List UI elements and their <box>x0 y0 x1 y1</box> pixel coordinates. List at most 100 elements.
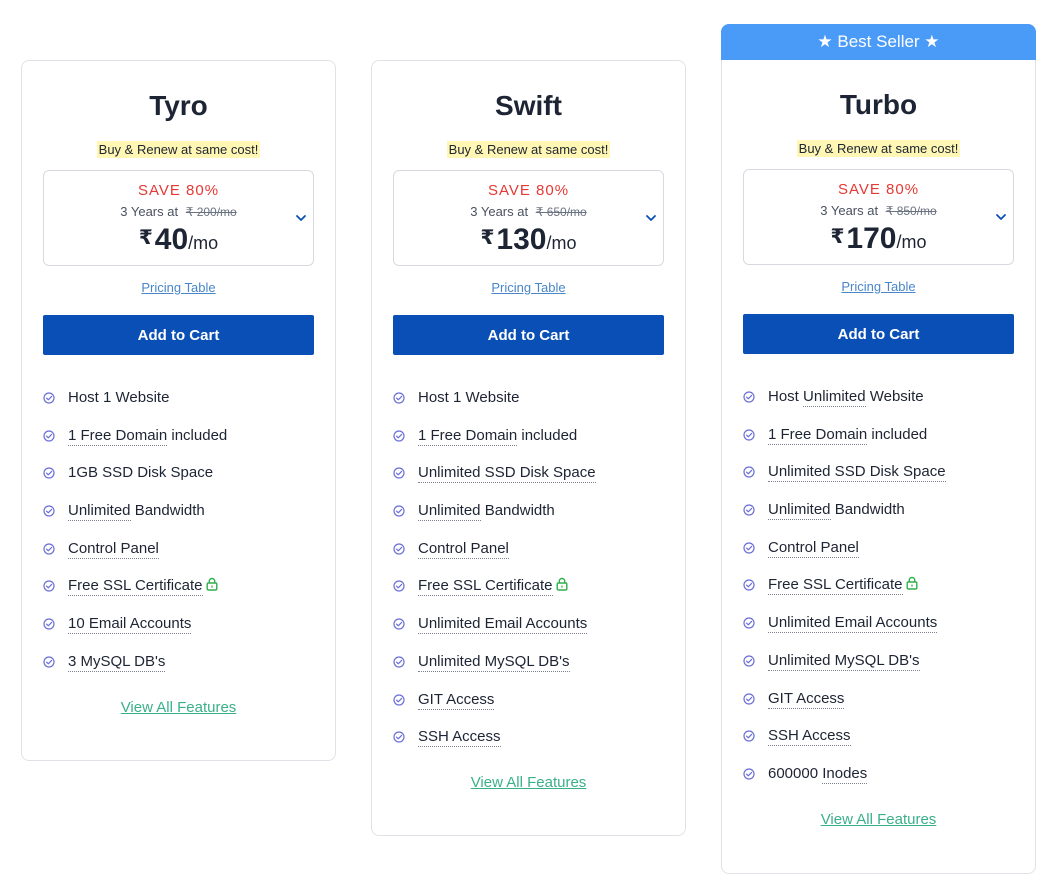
feature-tooltip-term[interactable]: Unlimited MySQL DB's <box>418 652 570 672</box>
feature-item: 1 Free Domain included <box>743 416 1014 454</box>
feature-item: Unlimited Bandwidth <box>393 492 664 530</box>
lock-icon <box>206 568 218 592</box>
feature-tooltip-term[interactable]: Unlimited MySQL DB's <box>768 651 920 671</box>
tagline: Buy & Renew at same cost! <box>796 140 961 157</box>
feature-tooltip-term[interactable]: Free SSL Certificate <box>68 577 203 597</box>
feature-item: SSH Access <box>743 717 1014 755</box>
feature-tooltip-term[interactable]: Inodes <box>822 764 868 784</box>
feature-item: Unlimited MySQL DB's <box>743 642 1014 680</box>
term-line: 3 Years at ₹ 650/mo <box>394 204 663 220</box>
feature-tooltip-term[interactable]: Unlimited <box>803 388 866 407</box>
term-label: 3 Years at <box>120 204 179 219</box>
old-price: ₹ 850/mo <box>885 204 937 218</box>
feature-text: Website <box>865 388 924 405</box>
term-label: 3 Years at <box>820 203 879 218</box>
price-amount: 40 <box>154 223 189 256</box>
term-line: 3 Years at ₹ 200/mo <box>44 204 313 220</box>
feature-tooltip-term[interactable]: 1 Free Domain <box>68 426 168 446</box>
feature-tooltip-term[interactable]: SSH Access <box>418 728 501 748</box>
feature-item: Host 1 Website <box>43 379 314 417</box>
view-all-features-link[interactable]: View All Features <box>121 699 237 716</box>
tagline: Buy & Renew at same cost! <box>446 141 611 158</box>
feature-item: Unlimited SSD Disk Space <box>393 454 664 492</box>
feature-item: 3 MySQL DB's <box>43 643 314 681</box>
feature-list: Host 1 Website 1 Free Domain included Unli… <box>393 379 664 756</box>
pricing-table-link[interactable]: Pricing Table <box>841 279 915 294</box>
feature-tooltip-term[interactable]: Unlimited <box>68 502 131 522</box>
lock-icon <box>906 567 918 591</box>
feature-item: Free SSL Certificate <box>43 567 314 605</box>
feature-tooltip-term[interactable]: 3 MySQL DB's <box>68 652 166 672</box>
plan-title: Swift <box>495 90 562 121</box>
add-to-cart-button[interactable]: Add to Cart <box>43 315 314 355</box>
feature-tooltip-term[interactable]: Unlimited <box>768 501 831 521</box>
currency-symbol: ₹ <box>480 227 495 249</box>
feature-tooltip-term[interactable]: 1 Free Domain <box>768 425 868 445</box>
add-to-cart-button[interactable]: Add to Cart <box>393 315 664 355</box>
feature-tooltip-term[interactable]: 10 Email Accounts <box>68 615 192 635</box>
old-price: ₹ 650/mo <box>535 205 587 219</box>
feature-item: Control Panel <box>393 530 664 568</box>
feature-item: Control Panel <box>43 530 314 568</box>
plan-title: Tyro <box>149 90 208 121</box>
feature-text: Host 1 Website <box>418 389 520 406</box>
save-label: SAVE 80% <box>487 182 570 199</box>
feature-tooltip-term[interactable]: Free SSL Certificate <box>418 577 553 597</box>
price: ₹130/mo <box>394 221 663 262</box>
pricing-page: Tyro Buy & Renew at same cost! SAVE 80% 3 Y… <box>0 0 1050 881</box>
lock-icon <box>556 568 568 592</box>
feature-item: 10 Email Accounts <box>43 605 314 643</box>
feature-text: Host 1 Website <box>68 389 170 406</box>
feature-item: 1 Free Domain included <box>43 417 314 455</box>
feature-text: 1GB SSD Disk Space <box>68 464 214 482</box>
price-box[interactable]: SAVE 80% 3 Years at ₹ 200/mo ₹40/mo <box>43 170 314 266</box>
feature-item: Free SSL Certificate <box>743 566 1014 604</box>
feature-item: GIT Access <box>743 680 1014 718</box>
feature-text: Bandwidth <box>130 502 205 520</box>
view-all-features-link[interactable]: View All Features <box>471 774 587 791</box>
feature-tooltip-term[interactable]: GIT Access <box>768 689 845 709</box>
term-label: 3 Years at <box>470 204 529 219</box>
feature-item: Control Panel <box>743 529 1014 567</box>
plan-card-tyro: Tyro Buy & Renew at same cost! SAVE 80% 3 Y… <box>21 60 336 761</box>
feature-text: included <box>867 425 928 443</box>
feature-tooltip-term[interactable]: Unlimited SSD Disk Space <box>768 463 946 483</box>
feature-tooltip-term[interactable]: Unlimited Email Accounts <box>768 614 938 634</box>
feature-tooltip-term[interactable]: GIT Access <box>418 690 495 710</box>
save-label: SAVE 80% <box>137 182 220 199</box>
feature-item: 1GB SSD Disk Space <box>43 454 314 492</box>
price-box[interactable]: SAVE 80% 3 Years at ₹ 650/mo ₹130/mo <box>393 170 664 266</box>
feature-tooltip-term[interactable]: Control Panel <box>418 539 509 559</box>
plan-title: Turbo <box>839 89 918 120</box>
feature-tooltip-term[interactable]: Unlimited SSD Disk Space <box>418 464 596 484</box>
feature-item: Host 1 Website <box>393 379 664 417</box>
pricing-table-link[interactable]: Pricing Table <box>141 280 215 295</box>
price-box[interactable]: SAVE 80% 3 Years at ₹ 850/mo ₹170/mo <box>743 169 1014 265</box>
save-label: SAVE 80% <box>837 181 920 198</box>
term-line: 3 Years at ₹ 850/mo <box>744 203 1013 219</box>
old-price: ₹ 200/mo <box>185 205 237 219</box>
price-amount: 170 <box>846 222 897 255</box>
pricing-table-link[interactable]: Pricing Table <box>491 280 565 295</box>
feature-text: Bandwidth <box>830 501 905 519</box>
price: ₹40/mo <box>44 221 313 262</box>
feature-tooltip-term[interactable]: Control Panel <box>68 539 159 559</box>
feature-item: Unlimited Bandwidth <box>743 491 1014 529</box>
feature-tooltip-term[interactable]: Unlimited Email Accounts <box>418 615 588 635</box>
add-to-cart-button[interactable]: Add to Cart <box>743 314 1014 354</box>
feature-list: Host 1 Website 1 Free Domain included 1GB … <box>43 379 314 681</box>
currency-symbol: ₹ <box>830 226 845 248</box>
feature-item: Host Unlimited Website <box>743 378 1014 416</box>
feature-item: SSH Access <box>393 718 664 756</box>
feature-item: GIT Access <box>393 681 664 719</box>
feature-tooltip-term[interactable]: Control Panel <box>768 538 859 558</box>
feature-tooltip-term[interactable]: Unlimited <box>418 502 481 522</box>
feature-tooltip-term[interactable]: Free SSL Certificate <box>768 576 903 596</box>
feature-tooltip-term[interactable]: 1 Free Domain <box>418 426 518 446</box>
price-period: /mo <box>188 233 219 253</box>
currency-symbol: ₹ <box>138 227 153 249</box>
feature-list: Host Unlimited Website 1 Free Domain incl… <box>743 378 1014 793</box>
feature-tooltip-term[interactable]: SSH Access <box>768 727 851 747</box>
price: ₹170/mo <box>744 220 1013 261</box>
view-all-features-link[interactable]: View All Features <box>821 811 937 828</box>
